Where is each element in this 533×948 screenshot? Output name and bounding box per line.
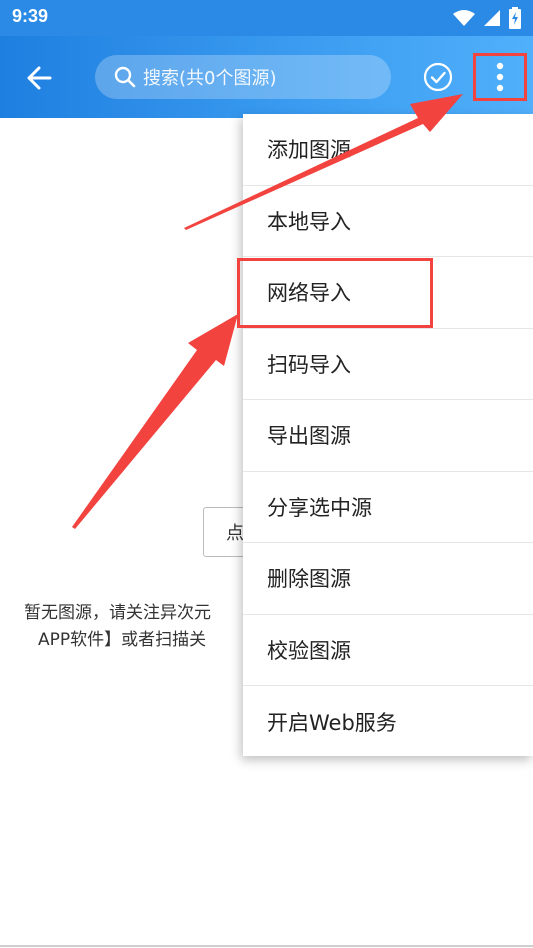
bottom-divider [0,945,533,947]
battery-icon [509,7,521,29]
status-time: 9:39 [12,6,49,26]
select-all-button[interactable] [421,60,455,94]
check-circle-icon [423,62,453,92]
signal-icon [484,10,500,26]
menu-item-scan-import[interactable]: 扫码导入 [243,329,533,400]
annotation-arrow-to-network-import [72,314,238,529]
menu-item-share-selected[interactable]: 分享选中源 [243,472,533,543]
search-icon [114,66,136,88]
status-bar: 9:39 [0,0,533,36]
more-options-button[interactable] [473,53,527,101]
back-arrow-icon [27,66,52,90]
back-button[interactable] [20,58,60,98]
menu-item-export-sources[interactable]: 导出图源 [243,400,533,472]
search-placeholder: 搜索(共0个图源) [143,68,277,89]
menu-item-delete-sources[interactable]: 删除图源 [243,543,533,615]
search-input[interactable]: 搜索(共0个图源) [95,55,391,99]
status-icons [453,6,521,30]
menu-item-local-import[interactable]: 本地导入 [243,186,533,257]
empty-state-button-label: 点 [226,523,244,544]
menu-item-verify-sources[interactable]: 校验图源 [243,615,533,686]
app-bar: 搜索(共0个图源) [0,36,533,118]
more-vert-icon [496,62,504,92]
menu-item-start-web-service[interactable]: 开启Web服务 [243,686,533,758]
annotation-highlight-network-import [237,258,433,328]
menu-item-add-source[interactable]: 添加图源 [243,114,533,186]
overflow-menu: 添加图源 本地导入 网络导入 扫码导入 导出图源 分享选中源 删除图源 校验图源… [243,114,533,756]
wifi-icon [453,10,475,26]
